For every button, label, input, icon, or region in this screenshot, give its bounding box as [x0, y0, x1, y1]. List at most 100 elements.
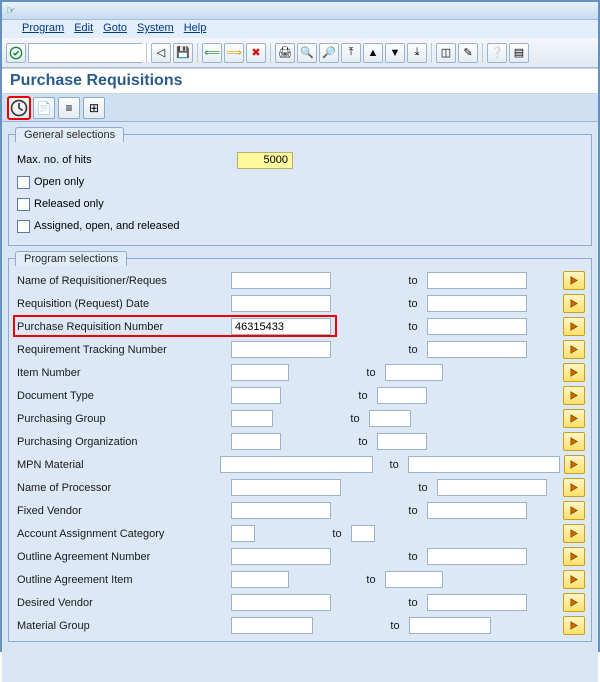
from-input[interactable] [220, 456, 372, 473]
field-label: Purchasing Organization [13, 436, 227, 448]
assigned-open-released-checkbox[interactable] [17, 220, 30, 233]
to-input[interactable] [427, 502, 527, 519]
multiple-selection-button[interactable] [564, 455, 585, 474]
selection-row: Requirement Tracking Numberto [13, 338, 587, 361]
to-label: to [403, 321, 423, 333]
menu-program[interactable]: Program [22, 22, 64, 36]
last-page-icon[interactable]: ⤓ [407, 43, 427, 63]
from-input[interactable] [231, 433, 281, 450]
to-input[interactable] [427, 318, 527, 335]
multiple-selection-button[interactable] [563, 524, 585, 543]
field-label: Desired Vendor [13, 597, 227, 609]
menu-help[interactable]: Help [184, 22, 207, 36]
multiple-selection-button[interactable] [563, 340, 585, 359]
from-input[interactable] [231, 571, 289, 588]
from-input[interactable] [231, 318, 331, 335]
dynamic-selections-button[interactable]: ⊞ [83, 97, 105, 119]
from-input[interactable] [231, 594, 331, 611]
to-label: to [353, 390, 373, 402]
enter-button[interactable] [6, 43, 26, 63]
selection-options-button[interactable]: ≡ [58, 97, 80, 119]
print-icon[interactable]: 🖨 [275, 43, 295, 63]
to-input[interactable] [427, 295, 527, 312]
new-session-icon[interactable]: ◫ [436, 43, 456, 63]
from-input[interactable] [231, 295, 331, 312]
multiple-selection-button[interactable] [563, 271, 585, 290]
multiple-selection-button[interactable] [563, 294, 585, 313]
menu-system[interactable]: System [137, 22, 174, 36]
to-input[interactable] [427, 272, 527, 289]
from-input[interactable] [231, 617, 313, 634]
to-input[interactable] [369, 410, 411, 427]
multiple-selection-button[interactable] [563, 317, 585, 336]
to-input[interactable] [385, 571, 443, 588]
standard-toolbar: ▾ ◁ 💾 ⟸ ⟹ ✖ 🖨 🔍 🔎 ⤒ ▲ ▼ ⤓ ◫ ✎ ❔ ▤ [2, 38, 598, 68]
selection-row: Document Typeto [13, 384, 587, 407]
to-label: to [327, 528, 347, 540]
from-input[interactable] [231, 272, 331, 289]
back-icon[interactable]: ⟸ [202, 43, 222, 63]
help-icon[interactable]: ❔ [487, 43, 507, 63]
multiple-selection-button[interactable] [563, 501, 585, 520]
from-input[interactable] [231, 502, 331, 519]
multiple-selection-button[interactable] [563, 570, 585, 589]
cancel-icon[interactable]: ✖ [246, 43, 266, 63]
to-input[interactable] [427, 548, 527, 565]
to-label: to [361, 574, 381, 586]
from-input[interactable] [231, 479, 341, 496]
titlebar: ☞ [2, 2, 598, 20]
from-input[interactable] [231, 410, 273, 427]
multiple-selection-button[interactable] [563, 409, 585, 428]
to-input[interactable] [377, 387, 427, 404]
to-input[interactable] [385, 364, 443, 381]
assigned-open-released-label: Assigned, open, and released [34, 220, 180, 232]
layout-icon[interactable]: ▤ [509, 43, 529, 63]
multiple-selection-button[interactable] [563, 547, 585, 566]
multiple-selection-button[interactable] [563, 593, 585, 612]
nav-back-icon[interactable]: ◁ [151, 43, 171, 63]
find-next-icon[interactable]: 🔎 [319, 43, 339, 63]
to-input[interactable] [409, 617, 491, 634]
multiple-selection-button[interactable] [563, 478, 585, 497]
execute-button[interactable] [8, 97, 30, 119]
from-input[interactable] [231, 525, 255, 542]
to-input[interactable] [427, 341, 527, 358]
save-icon[interactable]: 💾 [173, 43, 193, 63]
max-hits-value[interactable]: 5000 [237, 152, 293, 169]
open-only-checkbox[interactable] [17, 176, 30, 189]
next-page-icon[interactable]: ▼ [385, 43, 405, 63]
multiple-selection-button[interactable] [563, 363, 585, 382]
prev-page-icon[interactable]: ▲ [363, 43, 383, 63]
to-label: to [403, 505, 423, 517]
from-input[interactable] [231, 548, 331, 565]
menu-goto[interactable]: Goto [103, 22, 127, 36]
multiple-selection-button[interactable] [563, 616, 585, 635]
from-input[interactable] [231, 364, 289, 381]
to-input[interactable] [437, 479, 547, 496]
command-field[interactable]: ▾ [28, 43, 142, 63]
menu-edit[interactable]: Edit [74, 22, 93, 36]
to-label: to [403, 298, 423, 310]
to-label: to [403, 551, 423, 563]
multiple-selection-button[interactable] [563, 432, 585, 451]
selection-row: MPN Materialto [13, 453, 587, 476]
released-only-checkbox[interactable] [17, 198, 30, 211]
field-label: Purchase Requisition Number [13, 321, 227, 333]
general-selections-title: General selections [15, 127, 124, 142]
find-icon[interactable]: 🔍 [297, 43, 317, 63]
from-input[interactable] [231, 387, 281, 404]
shortcut-icon[interactable]: ✎ [458, 43, 478, 63]
get-variant-button[interactable]: 📄 [33, 97, 55, 119]
exit-icon[interactable]: ⟹ [224, 43, 244, 63]
to-input[interactable] [408, 456, 560, 473]
to-label: to [413, 482, 433, 494]
general-selections-group: General selections Max. no. of hits 5000… [8, 134, 592, 246]
field-label: Outline Agreement Number [13, 551, 227, 563]
to-input[interactable] [427, 594, 527, 611]
multiple-selection-button[interactable] [563, 386, 585, 405]
to-input[interactable] [351, 525, 375, 542]
selection-row: Fixed Vendorto [13, 499, 587, 522]
from-input[interactable] [231, 341, 331, 358]
first-page-icon[interactable]: ⤒ [341, 43, 361, 63]
to-input[interactable] [377, 433, 427, 450]
